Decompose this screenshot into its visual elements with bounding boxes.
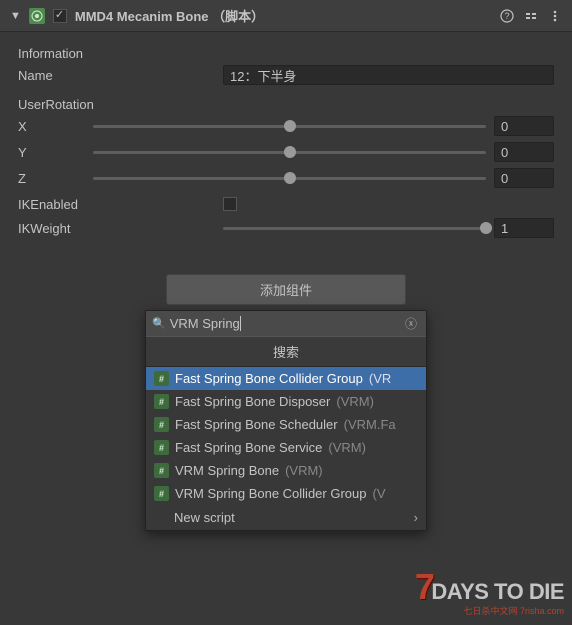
add-component-button[interactable]: 添加组件 xyxy=(166,274,406,305)
name-input[interactable] xyxy=(223,65,554,85)
ik-weight-slider-thumb[interactable] xyxy=(480,222,492,234)
ik-enabled-label: IKEnabled xyxy=(18,197,223,212)
csharp-script-icon: # xyxy=(154,394,169,409)
dropdown-header: 搜索 xyxy=(146,336,426,367)
result-item[interactable]: # VRM Spring Bone (VRM) xyxy=(146,459,426,482)
result-item[interactable]: # VRM Spring Bone Collider Group (V xyxy=(146,482,426,505)
user-rotation-label: UserRotation xyxy=(18,97,554,112)
x-slider[interactable] xyxy=(93,117,486,135)
result-name: Fast Spring Bone Scheduler xyxy=(175,417,338,432)
csharp-script-icon: # xyxy=(154,371,169,386)
new-script-item[interactable]: New script › xyxy=(146,505,426,530)
ik-weight-label: IKWeight xyxy=(18,221,223,236)
csharp-script-icon: # xyxy=(154,440,169,455)
chevron-right-icon: › xyxy=(414,510,418,525)
x-slider-thumb[interactable] xyxy=(284,120,296,132)
inspector-body: Information Name UserRotation X Y Z IKEn… xyxy=(0,32,572,256)
watermark-sub-text: 七日杀中文网 7risha.com xyxy=(415,604,564,617)
csharp-script-icon: # xyxy=(154,463,169,478)
clear-search-icon[interactable]: ⓧ xyxy=(402,315,420,332)
result-sub: (VRM) xyxy=(328,440,366,455)
ik-weight-slider[interactable] xyxy=(223,219,486,237)
result-name: Fast Spring Bone Service xyxy=(175,440,322,455)
component-header: ▼ MMD4 Mecanim Bone （脚本） ? xyxy=(0,0,572,32)
x-value-input[interactable] xyxy=(494,116,554,136)
y-value-input[interactable] xyxy=(494,142,554,162)
result-sub: (V xyxy=(372,486,385,501)
z-value-input[interactable] xyxy=(494,168,554,188)
script-icon xyxy=(29,8,45,24)
component-enabled-checkbox[interactable] xyxy=(53,9,67,23)
csharp-script-icon: # xyxy=(154,486,169,501)
y-slider[interactable] xyxy=(93,143,486,161)
result-item[interactable]: # Fast Spring Bone Collider Group (VR xyxy=(146,367,426,390)
result-name: Fast Spring Bone Disposer xyxy=(175,394,330,409)
result-item[interactable]: # Fast Spring Bone Scheduler (VRM.Fa xyxy=(146,413,426,436)
preset-icon[interactable] xyxy=(524,9,538,23)
search-input-display[interactable]: VRM Spring xyxy=(170,316,398,331)
csharp-script-icon: # xyxy=(154,417,169,432)
foldout-toggle[interactable]: ▼ xyxy=(10,10,21,22)
component-title: MMD4 Mecanim Bone （脚本） xyxy=(75,6,492,25)
name-label: Name xyxy=(18,68,223,83)
result-list: # Fast Spring Bone Collider Group (VR # Fast… xyxy=(146,367,426,505)
help-icon[interactable]: ? xyxy=(500,9,514,23)
result-item[interactable]: # Fast Spring Bone Service (VRM) xyxy=(146,436,426,459)
z-label: Z xyxy=(18,171,93,186)
ik-weight-value-input[interactable] xyxy=(494,218,554,238)
new-script-label: New script xyxy=(174,510,235,525)
result-name: VRM Spring Bone xyxy=(175,463,279,478)
result-name: Fast Spring Bone Collider Group xyxy=(175,371,363,386)
add-component-dropdown: 🔍 VRM Spring ⓧ 搜索 # Fast Spring Bone Coll… xyxy=(145,310,427,531)
z-slider[interactable] xyxy=(93,169,486,187)
z-slider-thumb[interactable] xyxy=(284,172,296,184)
y-label: Y xyxy=(18,145,93,160)
result-name: VRM Spring Bone Collider Group xyxy=(175,486,366,501)
x-label: X xyxy=(18,119,93,134)
watermark: 7 DAYS TO DIE 七日杀中文网 7risha.com xyxy=(415,566,564,617)
result-sub: (VRM) xyxy=(336,394,374,409)
y-slider-thumb[interactable] xyxy=(284,146,296,158)
svg-text:?: ? xyxy=(504,11,509,21)
result-sub: (VRM.Fa xyxy=(344,417,396,432)
result-sub: (VR xyxy=(369,371,391,386)
search-row: 🔍 VRM Spring ⓧ xyxy=(146,311,426,336)
information-label: Information xyxy=(18,46,554,61)
result-item[interactable]: # Fast Spring Bone Disposer (VRM) xyxy=(146,390,426,413)
result-sub: (VRM) xyxy=(285,463,323,478)
search-icon: 🔍 xyxy=(152,317,166,330)
watermark-main-text: DAYS TO DIE xyxy=(431,579,564,605)
ik-enabled-checkbox[interactable] xyxy=(223,197,237,211)
menu-icon[interactable] xyxy=(548,9,562,23)
